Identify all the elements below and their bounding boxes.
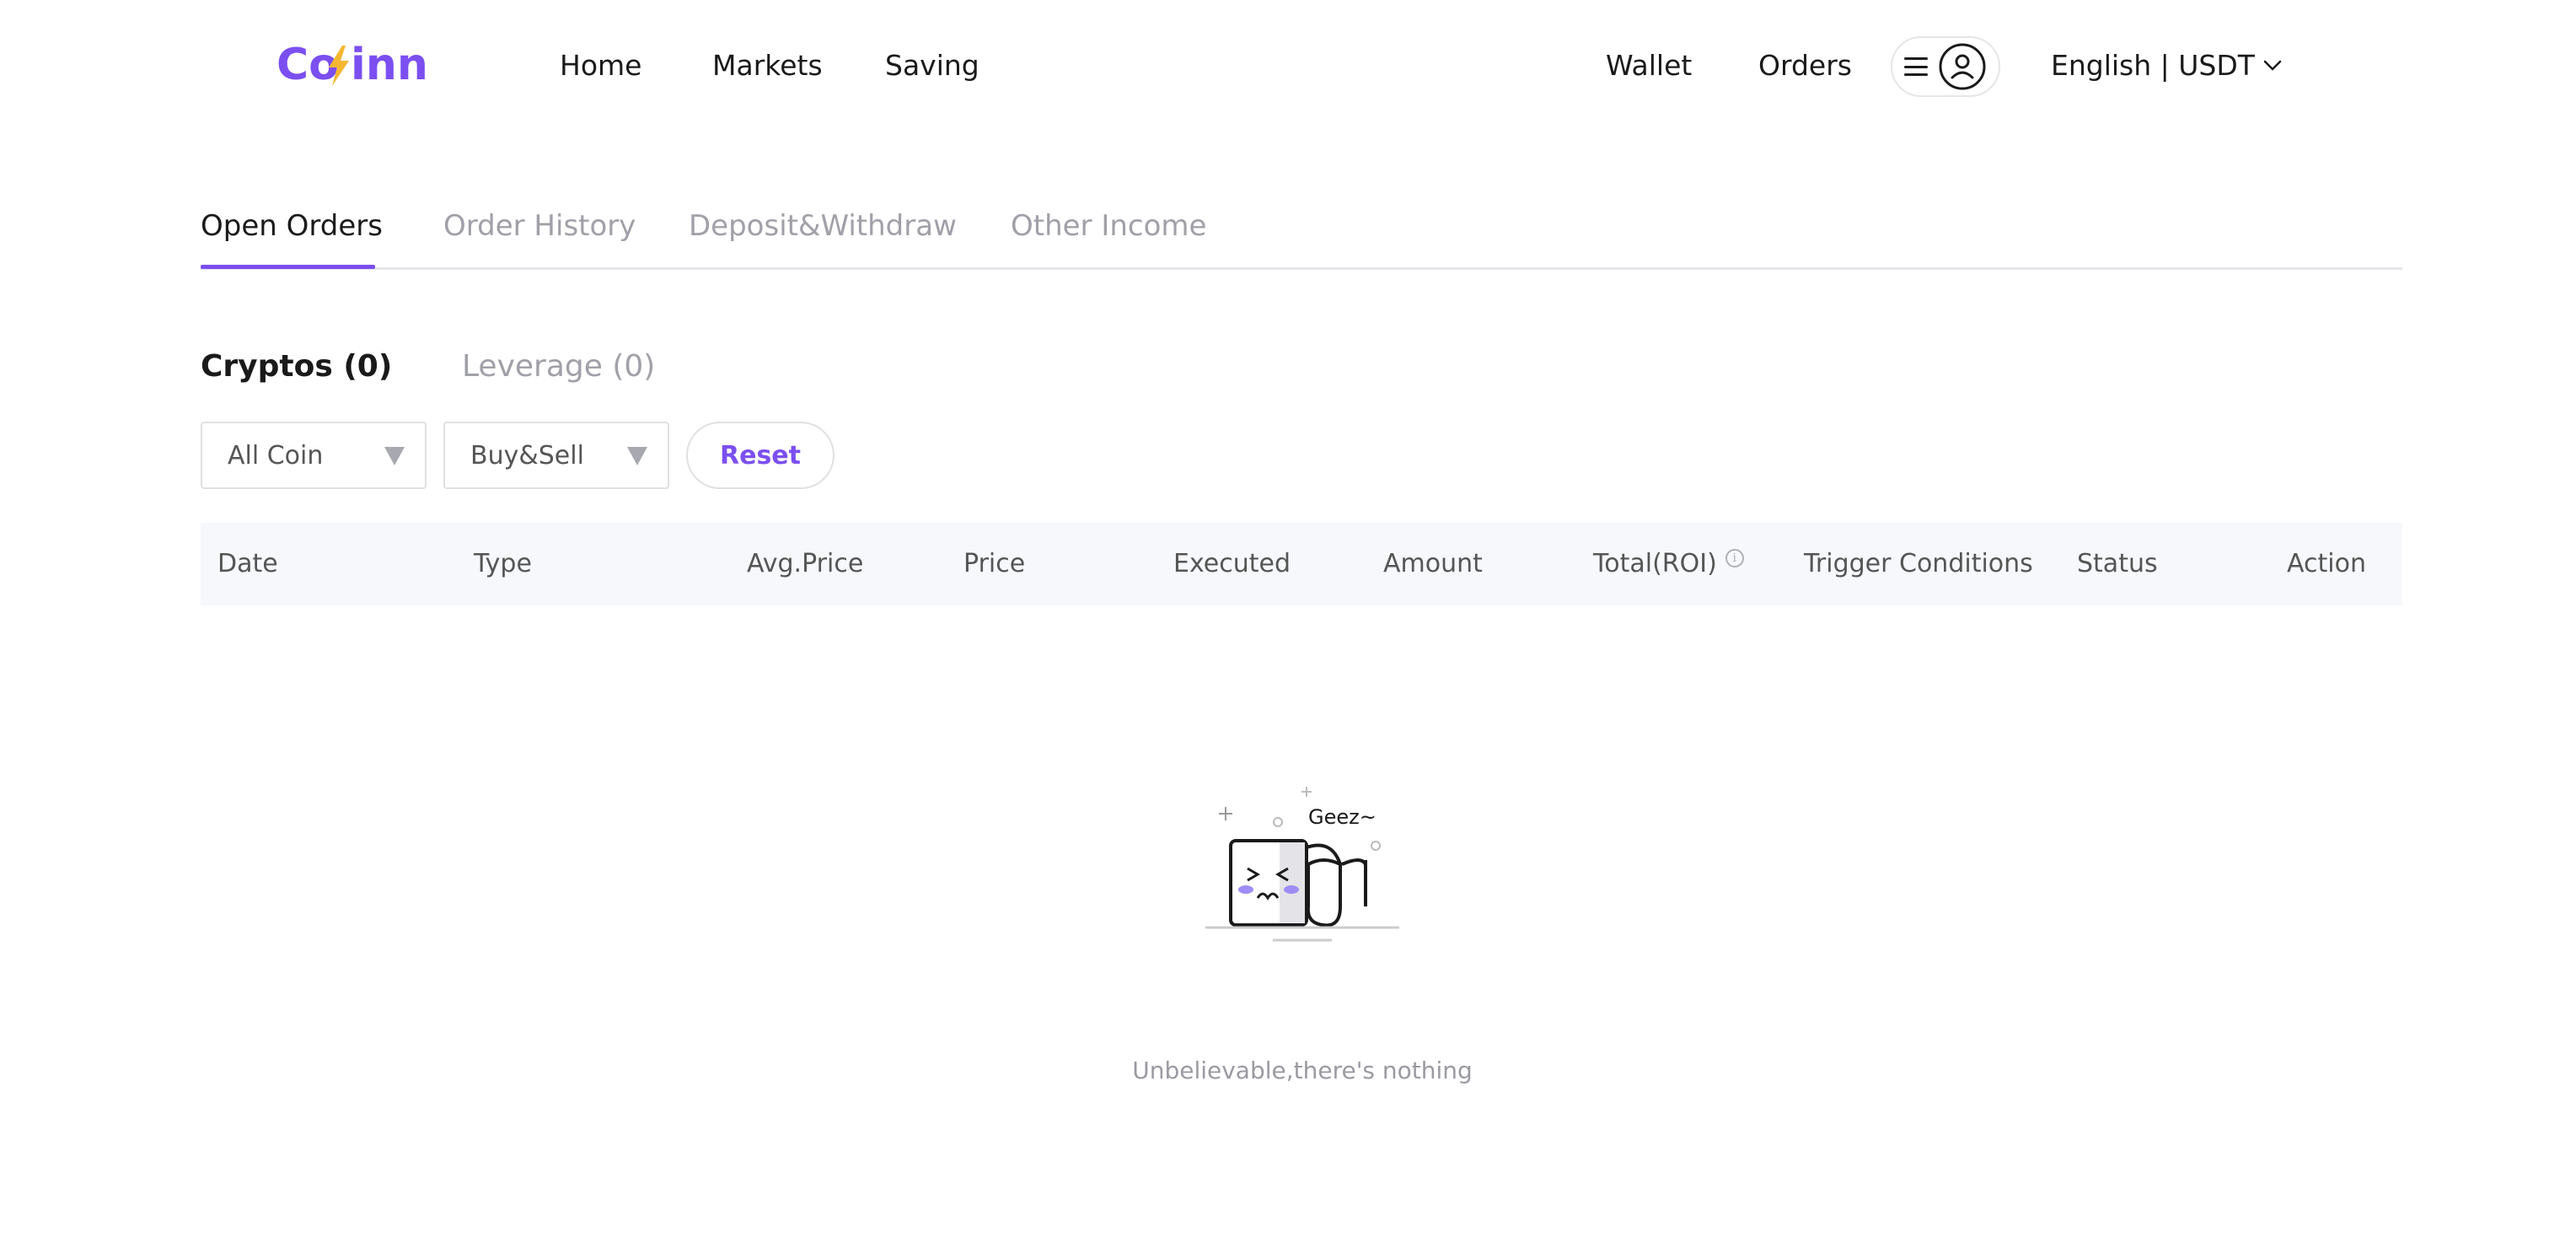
tab-other-income[interactable]: Other Income bbox=[1011, 206, 1206, 246]
empty-state-message: Unbelievable,there's nothing bbox=[1132, 1057, 1473, 1084]
reset-button[interactable]: Reset bbox=[686, 422, 835, 489]
top-header: Co inn Home Markets Saving Wallet Orders… bbox=[0, 0, 2576, 132]
nav-orders[interactable]: Orders bbox=[1758, 46, 1852, 86]
column-total-roi-label: Total(ROI) bbox=[1593, 549, 1717, 578]
column-total-roi: Total(ROI) i bbox=[1593, 544, 1744, 584]
active-tab-indicator bbox=[201, 265, 375, 269]
language-currency-selector[interactable]: English | USDT bbox=[2051, 46, 2282, 86]
order-tabs: Open Orders Order History Deposit&Withdr… bbox=[201, 194, 2402, 270]
account-menu-button[interactable] bbox=[1891, 36, 2000, 97]
nav-saving[interactable]: Saving bbox=[885, 46, 979, 86]
subtab-cryptos[interactable]: Cryptos (0) bbox=[201, 346, 392, 388]
column-status: Status bbox=[2077, 549, 2158, 578]
coin-filter-select[interactable]: All Coin bbox=[201, 422, 427, 489]
column-date: Date bbox=[217, 549, 278, 578]
nav-home[interactable]: Home bbox=[560, 46, 641, 86]
coninn-logo[interactable]: Co inn bbox=[276, 37, 445, 91]
svg-text:Co: Co bbox=[276, 40, 339, 90]
column-trigger-conditions: Trigger Conditions bbox=[1804, 549, 2033, 578]
column-executed: Executed bbox=[1173, 549, 1291, 578]
tab-deposit-withdraw[interactable]: Deposit&Withdraw bbox=[689, 206, 957, 246]
user-avatar-icon bbox=[1939, 43, 1986, 90]
empty-state-illustration: Geez~ bbox=[1205, 787, 1399, 942]
info-icon[interactable]: i bbox=[1725, 549, 1744, 567]
coin-filter-value: All Coin bbox=[228, 440, 324, 471]
chevron-down-icon bbox=[2263, 60, 2282, 71]
column-type: Type bbox=[474, 549, 532, 578]
caret-down-icon bbox=[384, 447, 405, 465]
geez-label: Geez~ bbox=[1308, 805, 1377, 829]
side-filter-select[interactable]: Buy&Sell bbox=[443, 422, 669, 489]
nav-wallet[interactable]: Wallet bbox=[1606, 46, 1692, 86]
nav-markets[interactable]: Markets bbox=[712, 46, 823, 86]
orders-table-header: Date Type Avg.Price Price Executed Amoun… bbox=[201, 523, 2402, 605]
tab-order-history[interactable]: Order History bbox=[443, 206, 636, 246]
subtab-leverage[interactable]: Leverage (0) bbox=[462, 346, 655, 388]
column-amount: Amount bbox=[1383, 549, 1483, 578]
language-label: English | USDT bbox=[2051, 49, 2255, 82]
column-avg-price: Avg.Price bbox=[747, 549, 864, 578]
column-price: Price bbox=[963, 549, 1026, 578]
column-action: Action bbox=[2287, 549, 2366, 578]
svg-text:inn: inn bbox=[351, 40, 428, 90]
side-filter-value: Buy&Sell bbox=[470, 440, 584, 471]
tab-open-orders[interactable]: Open Orders bbox=[201, 206, 383, 246]
hamburger-icon bbox=[1904, 57, 1928, 76]
caret-down-icon bbox=[627, 447, 647, 465]
